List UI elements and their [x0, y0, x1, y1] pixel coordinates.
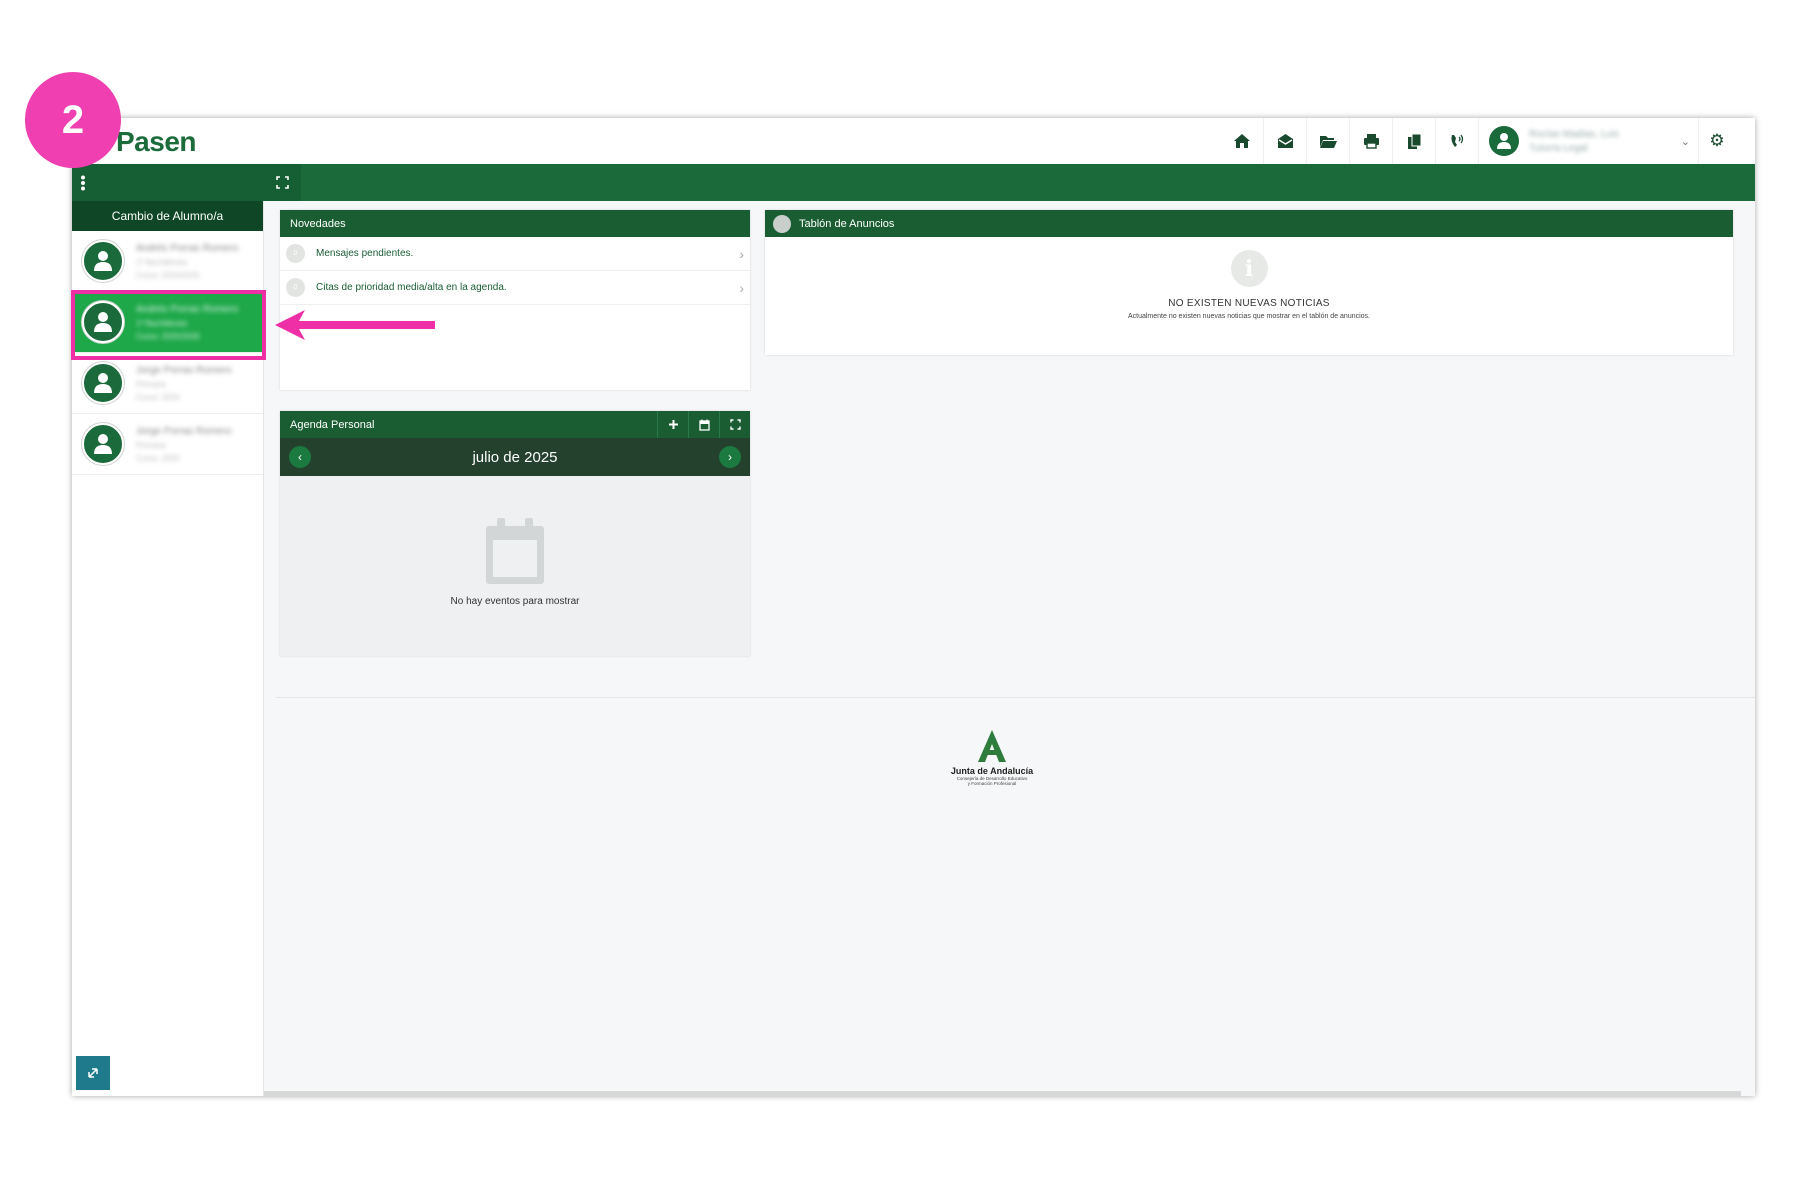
empty-calendar-icon: [486, 518, 544, 584]
user-name: Rocías Madias, Luis: [1529, 128, 1620, 140]
footer-dept-line2: y Formación Profesional: [967, 781, 1017, 786]
gear-icon[interactable]: ⚙: [1699, 118, 1735, 164]
chevron-down-icon: ⌄: [1680, 135, 1690, 148]
vertical-dots-icon: [81, 175, 85, 190]
sidebar-menu-toggle[interactable]: [72, 164, 264, 201]
top-bar: Pasen Rocías Madias, Luis Tutor/a Legal …: [72, 118, 1755, 164]
tablon-empty-title: NO EXISTEN NUEVAS NOTICIAS: [1168, 298, 1330, 309]
count-badge: 0: [286, 244, 305, 263]
chevron-right-icon: ›: [739, 245, 744, 262]
step-badge: 2: [25, 72, 121, 168]
student-course: Primaria: [136, 379, 166, 389]
student-name: Jorge Porras Romero: [136, 425, 232, 437]
student-name: Andrés Porras Romero: [136, 242, 239, 254]
student-year: Curso: 2025: [136, 453, 180, 463]
info-icon: i: [1230, 250, 1268, 287]
app-logo: Pasen: [116, 126, 197, 157]
calendar-icon: [698, 419, 710, 431]
student-course: Primaria: [136, 440, 166, 450]
next-month-button[interactable]: ›: [718, 446, 741, 468]
folder-open-icon[interactable]: [1307, 118, 1350, 164]
agenda-fullscreen-button[interactable]: [719, 411, 750, 438]
phone-volume-icon[interactable]: [1436, 118, 1479, 164]
green-toolbar: [72, 164, 1755, 201]
agenda-title: Agenda Personal: [290, 418, 375, 431]
resize-icon: [88, 1068, 98, 1078]
app-window: Pasen Rocías Madias, Luis Tutor/a Legal …: [72, 118, 1755, 1096]
junta-logo-icon: [978, 730, 1006, 762]
tablon-empty-text: Actualmente no existen nuevas noticias q…: [1127, 313, 1371, 320]
annotation-arrow-icon: [275, 310, 435, 340]
student-course: 1º Bachillerato: [136, 257, 188, 267]
previous-month-button[interactable]: ‹: [289, 446, 311, 468]
count-badge: 0: [286, 278, 305, 297]
novedades-item-appointments[interactable]: 0 Citas de prioridad media/alta en la ag…: [280, 271, 750, 305]
collapse-sidebar-button[interactable]: [76, 1056, 110, 1090]
envelope-open-icon[interactable]: [1264, 118, 1307, 164]
chevron-right-icon: ›: [739, 279, 744, 296]
novedades-panel: Novedades 0 Mensajes pendientes. › 0 Cit…: [280, 210, 750, 390]
student-avatar-icon: [82, 423, 124, 465]
calendar-button[interactable]: [688, 411, 719, 438]
agenda-panel: Agenda Personal ‹ julio de 2025 › No hay…: [280, 411, 750, 656]
user-menu[interactable]: Rocías Madias, Luis Tutor/a Legal ⌄: [1479, 118, 1699, 164]
fullscreen-button[interactable]: [264, 164, 301, 201]
home-icon[interactable]: [1221, 118, 1264, 164]
user-role: Tutor/a Legal: [1529, 142, 1588, 154]
student-item[interactable]: Jorge Porras Romero Primaria Curso: 2024: [72, 353, 263, 414]
footer-org: Junta de Andalucía: [950, 766, 1034, 776]
student-year: Curso: 2024: [136, 392, 180, 402]
student-item[interactable]: Jorge Porras Romero Primaria Curso: 2025: [72, 414, 263, 475]
toolbar: Rocías Madias, Luis Tutor/a Legal ⌄ ⚙: [1221, 118, 1735, 164]
student-avatar-icon: [82, 362, 124, 404]
tablon-panel: Tablón de Anuncios i NO EXISTEN NUEVAS N…: [765, 210, 1733, 355]
agenda-month: julio de 2025: [472, 448, 558, 466]
megaphone-icon: [773, 214, 791, 233]
horizontal-scrollbar[interactable]: [264, 1091, 1741, 1096]
novedades-title: Novedades: [280, 210, 750, 237]
annotation-highlight-box: [71, 290, 266, 360]
print-icon[interactable]: [1350, 118, 1393, 164]
add-event-button[interactable]: [657, 411, 688, 438]
novedades-label: Citas de prioridad media/alta en la agen…: [316, 282, 507, 293]
student-avatar-icon: [82, 240, 124, 282]
sidebar-title: Cambio de Alumno/a: [72, 201, 263, 231]
no-events-text: No hay eventos para mostrar: [450, 596, 580, 607]
copy-icon[interactable]: [1393, 118, 1436, 164]
expand-icon: [276, 176, 289, 189]
footer-divider: [276, 697, 1755, 698]
user-avatar-icon: [1489, 126, 1519, 156]
plus-icon: [668, 420, 678, 429]
novedades-label: Mensajes pendientes.: [316, 248, 414, 259]
student-item[interactable]: Andrés Porras Romero 1º Bachillerato Cur…: [72, 231, 263, 292]
junta-andalucia-logo: Junta de Andalucía Consejería de Desarro…: [947, 728, 1037, 786]
student-year: Curso: 2024/2025: [136, 270, 200, 280]
novedades-item-messages[interactable]: 0 Mensajes pendientes. ›: [280, 237, 750, 271]
tablon-title: Tablón de Anuncios: [799, 217, 895, 230]
student-name: Jorge Porras Romero: [136, 364, 232, 376]
expand-icon: [729, 419, 741, 430]
